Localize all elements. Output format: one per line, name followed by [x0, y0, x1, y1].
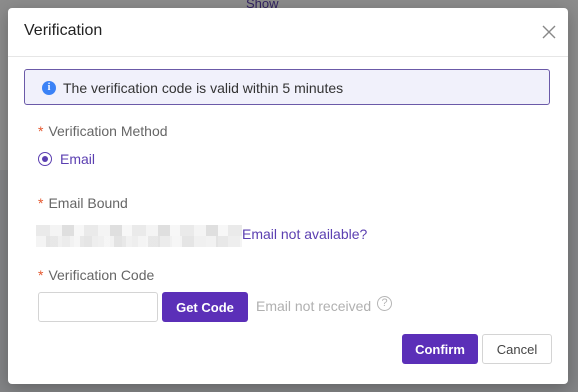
dialog-title: Verification: [24, 22, 103, 39]
close-icon[interactable]: [542, 25, 556, 39]
verification-code-label-text: Verification Code: [48, 267, 155, 283]
radio-email[interactable]: Email: [38, 151, 95, 167]
verification-dialog: Verification i The verification code is …: [8, 8, 568, 384]
email-bound-label: * Email Bound: [38, 195, 128, 211]
verification-code-label: * Verification Code: [38, 267, 154, 283]
email-not-received-text: Email not received: [256, 298, 372, 314]
info-icon: i: [42, 81, 56, 95]
get-code-button[interactable]: Get Code: [162, 292, 248, 322]
verification-method-label-text: Verification Method: [48, 123, 168, 139]
required-marker: *: [38, 267, 44, 283]
confirm-button[interactable]: Confirm: [402, 334, 478, 364]
cancel-button[interactable]: Cancel: [482, 334, 552, 364]
email-not-available-link[interactable]: Email not available?: [242, 226, 367, 242]
info-text: The verification code is valid within 5 …: [63, 80, 344, 96]
masked-email-value: [36, 225, 242, 247]
help-icon[interactable]: ?: [377, 296, 392, 311]
required-marker: *: [38, 123, 44, 139]
dialog-header: Verification: [8, 8, 568, 57]
required-marker: *: [38, 195, 44, 211]
info-banner: i The verification code is valid within …: [24, 69, 550, 105]
verification-code-input[interactable]: [38, 292, 158, 322]
radio-selected-icon[interactable]: [38, 152, 52, 166]
verification-method-label: * Verification Method: [38, 123, 168, 139]
radio-email-label[interactable]: Email: [60, 151, 95, 167]
email-bound-label-text: Email Bound: [48, 195, 128, 211]
